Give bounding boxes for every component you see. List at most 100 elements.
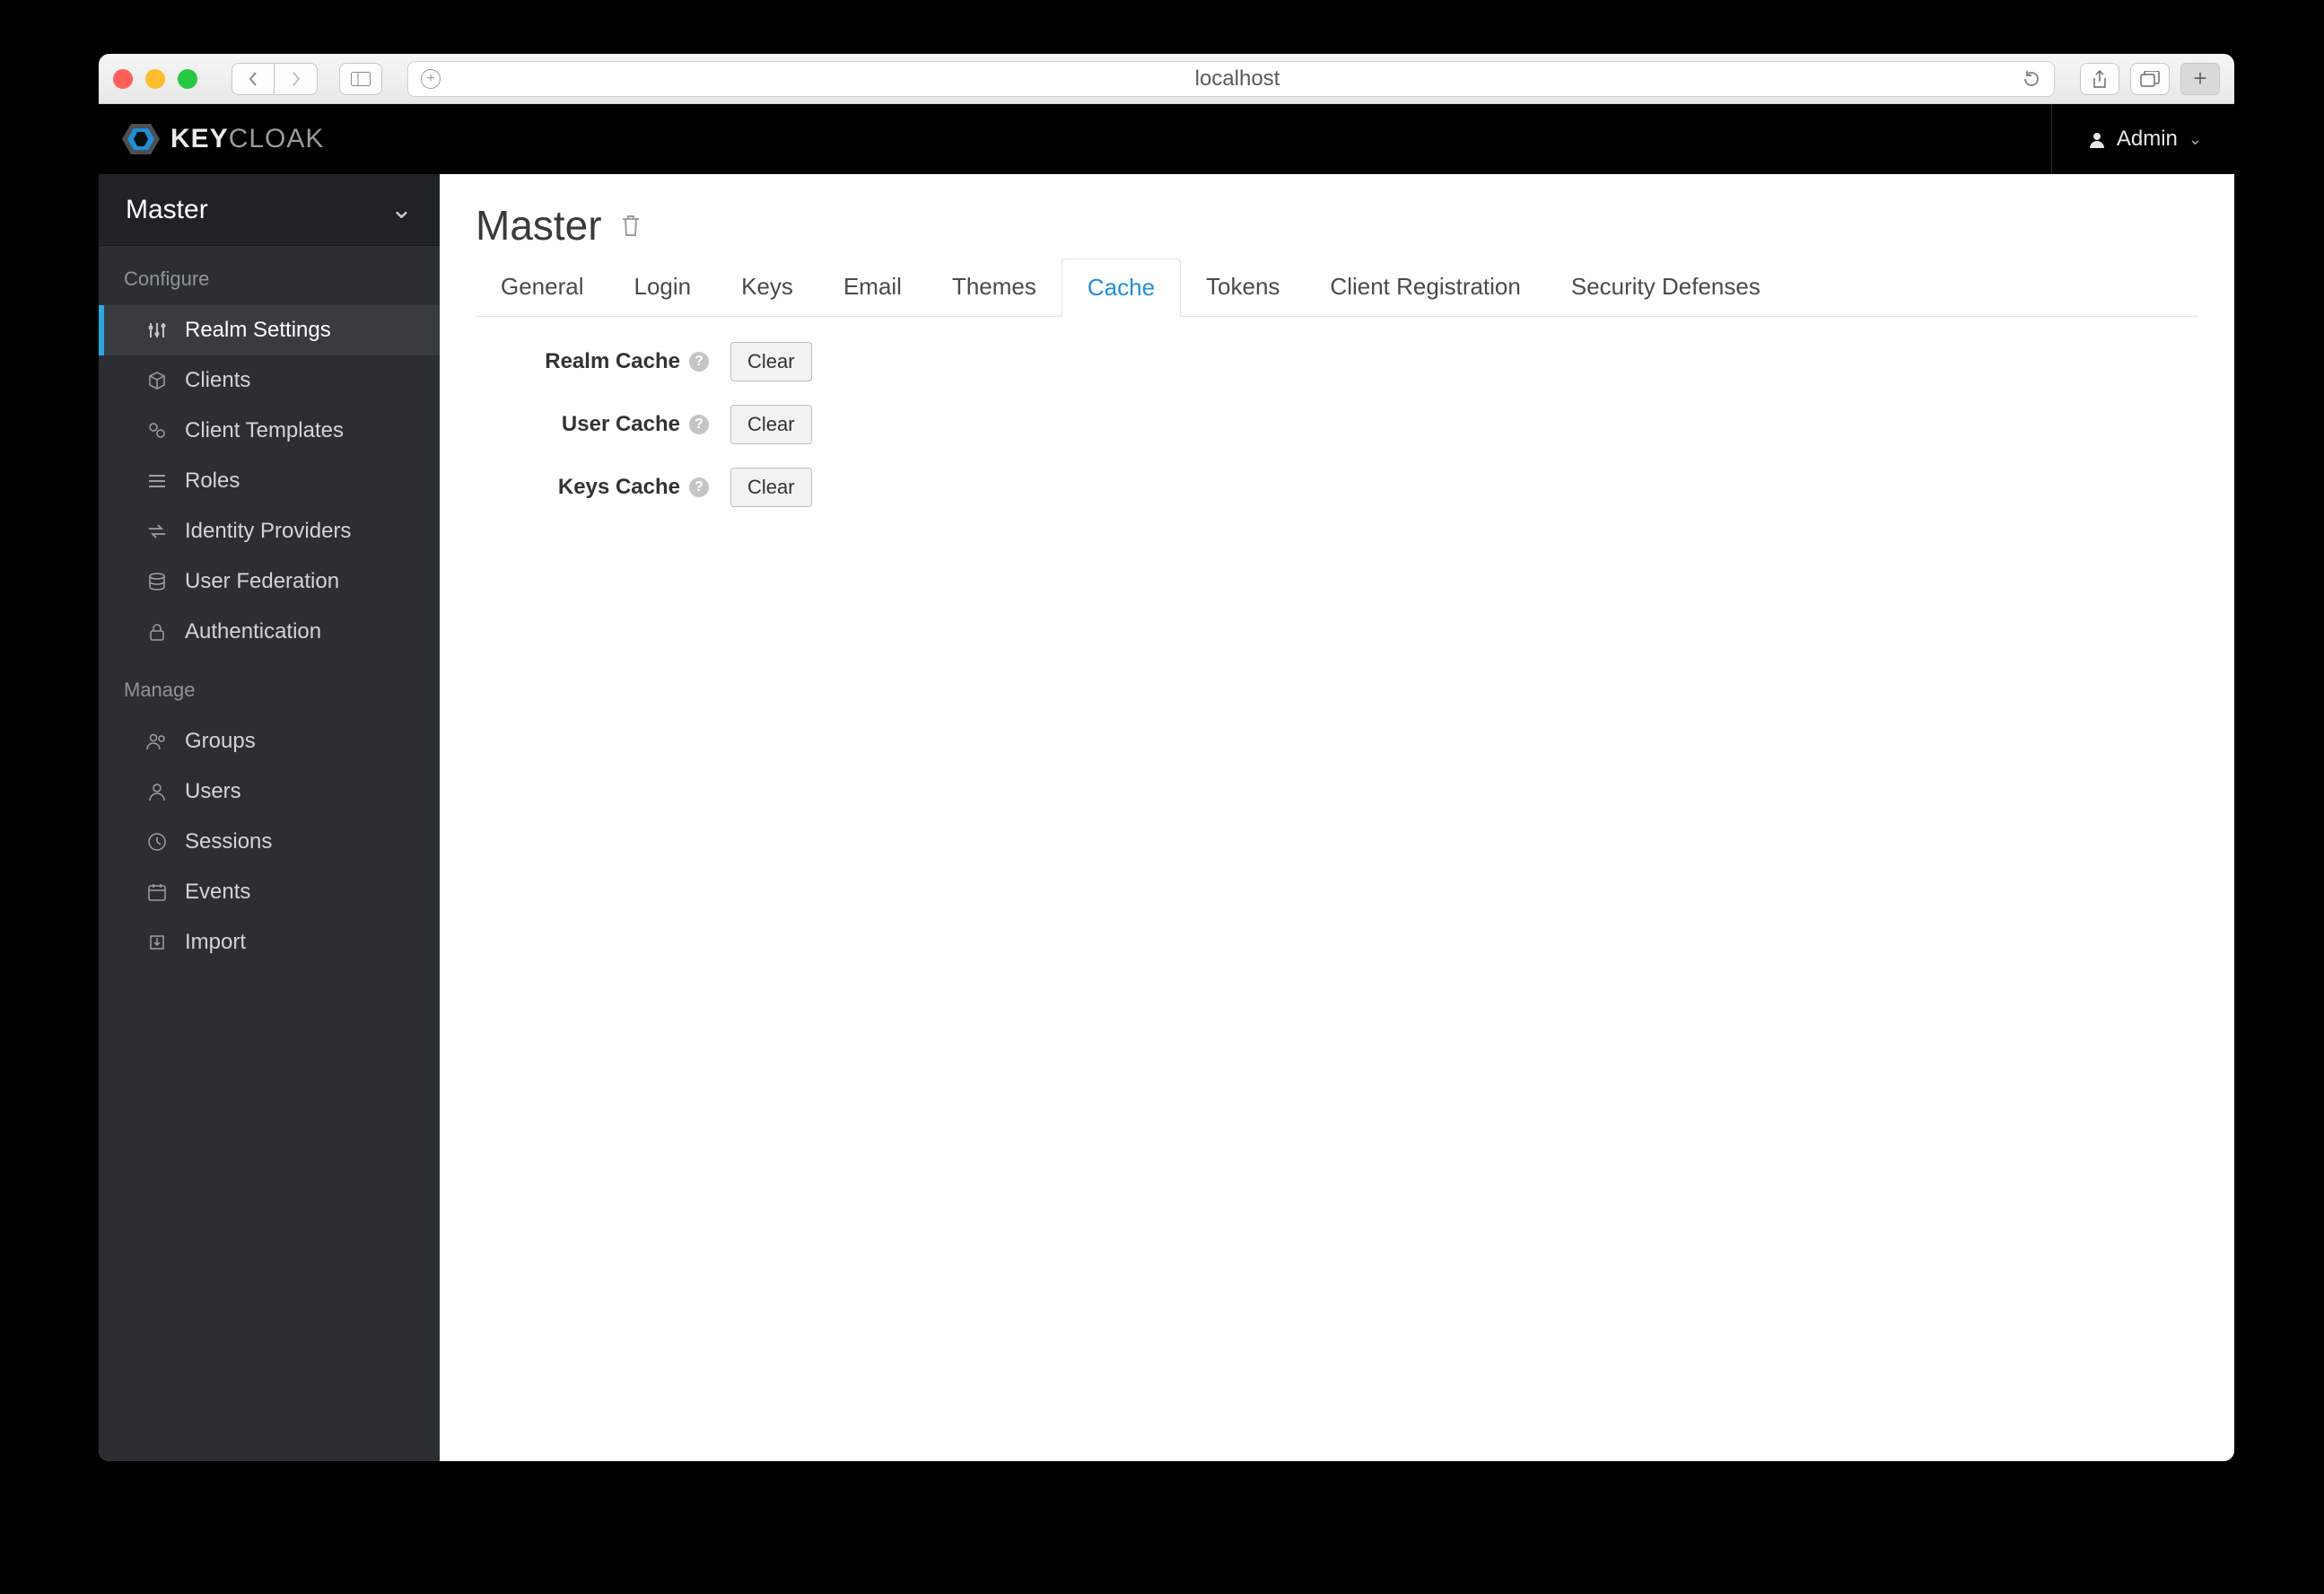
reload-icon	[2022, 69, 2041, 89]
clear-realm-cache-button[interactable]: Clear	[730, 342, 812, 381]
delete-realm-button[interactable]	[620, 213, 642, 238]
sidebar-item-roles[interactable]: Roles	[99, 456, 440, 506]
sidebar-item-label: Clients	[185, 368, 250, 393]
sidebar-item-groups[interactable]: Groups	[99, 716, 440, 766]
brand[interactable]: KEYCLOAK	[120, 118, 324, 160]
brand-logo-icon	[120, 118, 162, 160]
sidebar-item-label: Sessions	[185, 829, 272, 854]
sidebar-item-label: Client Templates	[185, 418, 344, 443]
user-cache-label: User Cache ?	[476, 412, 709, 437]
back-button[interactable]	[232, 63, 275, 95]
reload-button[interactable]	[2022, 69, 2041, 89]
chevron-down-icon: ⌄	[390, 194, 413, 225]
tab-label: Login	[634, 273, 692, 300]
cache-form: Realm Cache ? Clear User Cache ? Clear	[476, 342, 2198, 507]
sidebar-item-label: Authentication	[185, 619, 321, 644]
tab-label: Cache	[1088, 274, 1155, 301]
main-content: Master General Login Keys Email Themes C…	[440, 174, 2234, 1461]
panel-icon	[351, 72, 371, 86]
sidebar-item-clients[interactable]: Clients	[99, 355, 440, 406]
lock-icon	[145, 620, 169, 644]
sidebar-item-client-templates[interactable]: Client Templates	[99, 406, 440, 456]
import-icon	[145, 931, 169, 954]
tab-label: Themes	[952, 273, 1036, 300]
tab-general[interactable]: General	[476, 258, 609, 316]
label-text: User Cache	[562, 412, 680, 437]
window-minimize-button[interactable]	[145, 69, 165, 89]
forward-button[interactable]	[275, 63, 318, 95]
cube-icon	[145, 369, 169, 392]
url-host: localhost	[453, 66, 2022, 92]
clock-icon	[145, 830, 169, 854]
help-icon[interactable]: ?	[689, 477, 709, 497]
help-icon[interactable]: ?	[689, 415, 709, 434]
label-text: Realm Cache	[545, 349, 680, 374]
user-menu[interactable]: Admin ⌄	[2051, 104, 2202, 174]
tab-security-defenses[interactable]: Security Defenses	[1546, 258, 1786, 316]
tab-keys[interactable]: Keys	[716, 258, 818, 316]
sidebar-item-sessions[interactable]: Sessions	[99, 817, 440, 867]
keys-cache-row: Keys Cache ? Clear	[476, 468, 2198, 507]
share-icon	[2092, 69, 2108, 89]
clear-user-cache-button[interactable]: Clear	[730, 405, 812, 444]
sidebar-section-configure: Configure	[99, 246, 440, 305]
tabs-icon	[2140, 71, 2160, 87]
sidebar-item-label: Identity Providers	[185, 519, 351, 544]
address-bar[interactable]: + localhost	[407, 61, 2055, 97]
sidebar-item-label: Groups	[185, 729, 256, 754]
trash-icon	[620, 213, 642, 238]
tabs-button[interactable]	[2130, 63, 2170, 95]
tabs: General Login Keys Email Themes Cache To…	[476, 258, 2198, 317]
realm-cache-label: Realm Cache ?	[476, 349, 709, 374]
tab-label: Security Defenses	[1571, 273, 1760, 300]
tab-label: Client Registration	[1330, 273, 1520, 300]
user-name: Admin	[2117, 127, 2178, 152]
sidebar-item-label: Realm Settings	[185, 318, 331, 343]
realm-switcher[interactable]: Master ⌄	[99, 174, 440, 246]
sidebar-item-identity-providers[interactable]: Identity Providers	[99, 506, 440, 556]
share-button[interactable]	[2080, 63, 2119, 95]
clear-keys-cache-button[interactable]: Clear	[730, 468, 812, 507]
sidebar-item-label: User Federation	[185, 569, 339, 594]
page-title: Master	[476, 201, 602, 250]
sidebar-item-events[interactable]: Events	[99, 867, 440, 917]
tab-label: Tokens	[1206, 273, 1280, 300]
user-cache-row: User Cache ? Clear	[476, 405, 2198, 444]
nav-buttons	[232, 63, 318, 95]
tab-themes[interactable]: Themes	[927, 258, 1062, 316]
sidebar-item-users[interactable]: Users	[99, 766, 440, 817]
new-tab-button[interactable]: +	[2180, 63, 2220, 95]
tab-label: Keys	[741, 273, 793, 300]
sidebar-item-user-federation[interactable]: User Federation	[99, 556, 440, 607]
window-close-button[interactable]	[113, 69, 133, 89]
realm-switch-label: Master	[126, 195, 208, 225]
browser-chrome: + localhost +	[99, 54, 2234, 104]
tab-login[interactable]: Login	[609, 258, 717, 316]
sidebar-item-authentication[interactable]: Authentication	[99, 607, 440, 657]
tab-email[interactable]: Email	[818, 258, 927, 316]
sidebar-item-label: Users	[185, 779, 241, 804]
help-icon[interactable]: ?	[689, 352, 709, 372]
tab-cache[interactable]: Cache	[1062, 258, 1181, 317]
chevron-down-icon: ⌄	[2189, 130, 2202, 149]
calendar-icon	[145, 880, 169, 904]
keys-cache-label: Keys Cache ?	[476, 475, 709, 500]
user-icon	[2088, 130, 2106, 148]
templates-icon	[145, 419, 169, 442]
sidebar-toggle-button[interactable]	[339, 63, 382, 95]
chevron-left-icon	[247, 71, 259, 87]
site-settings-icon[interactable]: +	[421, 69, 441, 89]
sidebar-item-label: Roles	[185, 469, 240, 494]
user-icon	[145, 780, 169, 803]
sidebar-item-label: Import	[185, 930, 246, 955]
sidebar-item-realm-settings[interactable]: Realm Settings	[99, 305, 440, 355]
window-zoom-button[interactable]	[178, 69, 197, 89]
sidebar-item-import[interactable]: Import	[99, 917, 440, 968]
sidebar: Master ⌄ Configure Realm Settings	[99, 174, 440, 1461]
browser-right-controls: +	[2080, 63, 2220, 95]
sidebar-item-label: Events	[185, 880, 250, 905]
page-header: Master	[476, 201, 2198, 250]
tab-client-registration[interactable]: Client Registration	[1305, 258, 1545, 316]
app-body: Master ⌄ Configure Realm Settings	[99, 174, 2234, 1461]
tab-tokens[interactable]: Tokens	[1181, 258, 1305, 316]
